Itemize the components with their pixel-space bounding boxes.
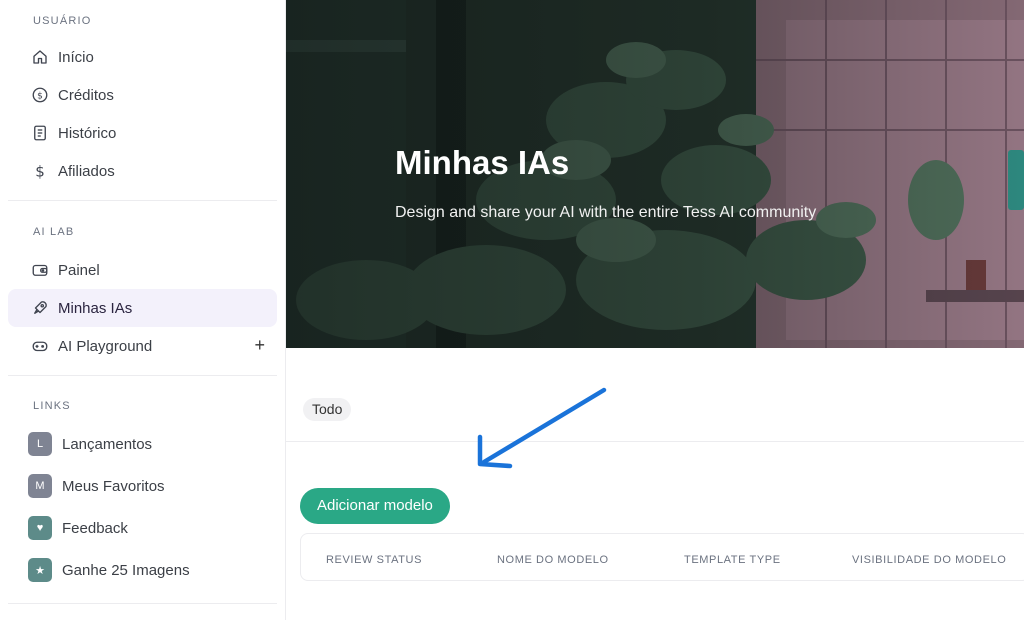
column-header-model-visibility[interactable]: VISIBILIDADE DO MODELO <box>852 534 1006 586</box>
home-icon <box>31 48 49 66</box>
hero-banner: Minhas IAs Design and share your AI with… <box>286 0 1024 348</box>
sidebar-link-meus-favoritos[interactable]: M Meus Favoritos <box>8 465 277 507</box>
sidebar-item-historico[interactable]: Histórico <box>8 114 277 152</box>
section-header-links: LINKS <box>33 400 71 412</box>
arrow-annotation-icon <box>477 387 607 469</box>
sidebar-item-label: AI Playground <box>58 337 153 355</box>
sidebar-item-painel[interactable]: Painel <box>8 251 277 289</box>
sidebar-item-label: Afiliados <box>58 162 115 180</box>
page-subtitle: Design and share your AI with the entire… <box>395 204 817 221</box>
link-badge: M <box>28 474 52 498</box>
sidebar-item-label: Painel <box>58 261 100 279</box>
gamepad-icon <box>31 337 49 355</box>
table-header: REVIEW STATUS NOME DO MODELO TEMPLATE TY… <box>300 533 1024 581</box>
sidebar-item-minhas-ias[interactable]: Minhas IAs <box>8 289 277 327</box>
section-header-ai-lab: AI LAB <box>33 226 75 238</box>
sidebar-link-label: Meus Favoritos <box>62 477 165 495</box>
filter-chip-todo[interactable]: Todo <box>303 398 352 421</box>
document-icon <box>31 124 49 142</box>
sidebar-link-label: Lançamentos <box>62 435 153 453</box>
ai-lab-section: AI LAB Painel Minhas IAs AI Playground + <box>0 201 285 376</box>
star-icon: ★ <box>28 558 52 582</box>
column-header-model-name[interactable]: NOME DO MODELO <box>497 534 609 586</box>
sidebar-link-label: Ganhe 25 Imagens <box>62 561 190 579</box>
page-title: Minhas IAs <box>395 144 570 181</box>
dollar-circle-icon: $ <box>31 86 49 104</box>
divider <box>8 603 277 604</box>
wallet-icon <box>31 261 49 279</box>
svg-text:$: $ <box>37 91 43 101</box>
links-section: LINKS L Lançamentos M Meus Favoritos ♥ F… <box>0 376 285 604</box>
sidebar-item-label: Créditos <box>58 86 114 104</box>
sidebar-link-lancamentos[interactable]: L Lançamentos <box>8 423 277 465</box>
section-header-usuario: USUÁRIO <box>33 15 92 27</box>
sidebar-item-ai-playground[interactable]: AI Playground + <box>8 327 277 365</box>
sidebar-link-label: Feedback <box>62 519 128 537</box>
divider <box>286 441 1024 442</box>
column-header-template-type[interactable]: TEMPLATE TYPE <box>684 534 781 586</box>
sidebar-item-label: Início <box>58 48 94 66</box>
sidebar-item-label: Histórico <box>58 124 117 142</box>
add-playground-button[interactable]: + <box>254 335 265 355</box>
sidebar-item-label: Minhas IAs <box>58 299 133 317</box>
dollar-icon: $ <box>31 162 49 180</box>
heart-icon: ♥ <box>28 516 52 540</box>
user-section: USUÁRIO Início $ Créditos Histórico $ Af… <box>0 0 285 201</box>
sidebar-link-ganhe-imagens[interactable]: ★ Ganhe 25 Imagens <box>8 549 277 591</box>
svg-text:$: $ <box>35 162 45 180</box>
link-badge: L <box>28 432 52 456</box>
main-content: Minhas IAs Design and share your AI with… <box>286 0 1024 620</box>
column-header-review-status[interactable]: REVIEW STATUS <box>326 534 422 586</box>
sidebar: USUÁRIO Início $ Créditos Histórico $ Af… <box>0 0 286 620</box>
sidebar-item-inicio[interactable]: Início <box>8 38 277 76</box>
rocket-icon <box>31 299 49 317</box>
add-model-button[interactable]: Adicionar modelo <box>300 488 450 524</box>
sidebar-link-feedback[interactable]: ♥ Feedback <box>8 507 277 549</box>
sidebar-item-afiliados[interactable]: $ Afiliados <box>8 152 277 190</box>
sidebar-item-creditos[interactable]: $ Créditos <box>8 76 277 114</box>
